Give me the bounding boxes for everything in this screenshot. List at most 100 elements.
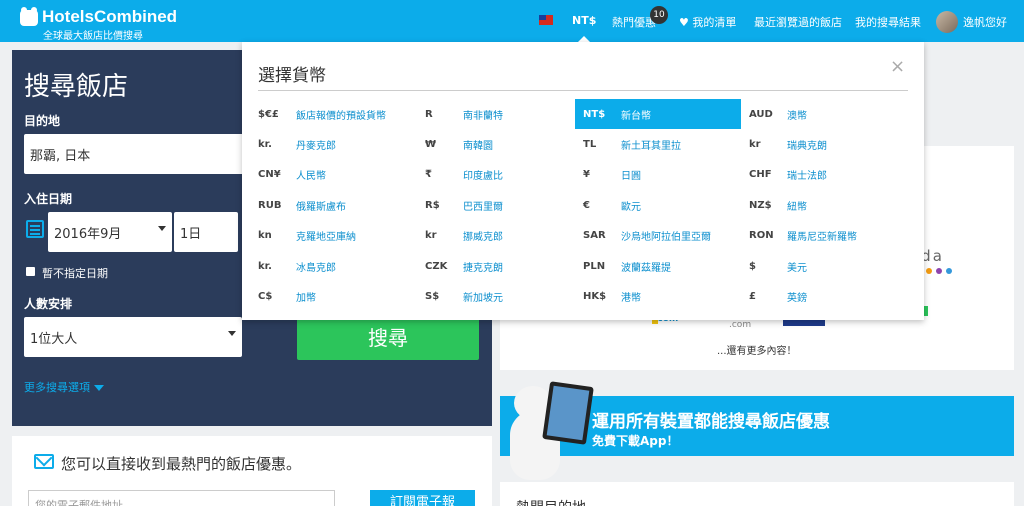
currency-name: 美元 xyxy=(787,262,807,274)
currency-name: 羅馬尼亞新羅幣 xyxy=(787,232,857,244)
currency-name: 南韓圜 xyxy=(463,140,493,152)
logo-tagline: 全球最大飯店比價搜尋 xyxy=(43,31,143,42)
guests-select[interactable]: 1位大人 xyxy=(24,317,242,357)
mail-icon xyxy=(34,454,54,469)
currency-option[interactable]: € 歐元 xyxy=(583,190,749,220)
currency-code: PLN xyxy=(583,260,606,272)
currency-option[interactable]: NT$ 新台幣 xyxy=(575,99,741,129)
currency-name: 新加坡元 xyxy=(463,292,503,304)
logo-text: HotelsCombined xyxy=(42,7,178,26)
currency-code: kr xyxy=(749,138,761,150)
currency-option[interactable]: R 南非蘭特 xyxy=(425,99,591,129)
currency-name: 瑞典克朗 xyxy=(787,140,827,152)
currency-code: TL xyxy=(583,138,597,150)
no-date-checkbox[interactable] xyxy=(26,267,35,276)
currency-option[interactable]: R$ 巴西里爾 xyxy=(425,190,591,220)
currency-name: 紐幣 xyxy=(787,201,807,213)
currency-option[interactable]: RUB 俄羅斯盧布 xyxy=(258,190,424,220)
currency-option[interactable]: ¥ 日圓 xyxy=(583,160,749,190)
currency-option[interactable]: C$ 加幣 xyxy=(258,281,424,311)
currency-name: 挪威克郎 xyxy=(463,232,503,244)
partner-logo-com-2: .com xyxy=(729,320,752,330)
currency-option[interactable]: SAR 沙烏地阿拉伯里亞爾 xyxy=(583,221,749,251)
more-content-text: ...還有更多內容！ xyxy=(717,346,797,357)
close-icon[interactable]: × xyxy=(890,56,905,77)
search-title: 搜尋飯店 xyxy=(24,72,129,102)
currency-code: NZ$ xyxy=(749,199,772,211)
currency-option[interactable]: CHF 瑞士法郎 xyxy=(749,160,915,190)
currency-option[interactable]: RON 羅馬尼亞新羅幣 xyxy=(749,221,915,251)
currency-option[interactable]: £ 英鎊 xyxy=(749,281,915,311)
currency-name: 人民幣 xyxy=(296,171,326,183)
currency-selection-popup: 選擇貨幣 × $€£ 飯店報價的預設貨幣 kr. 丹麥克郎 CN¥ 人民幣 RUB 俄羅斯盧布… xyxy=(242,42,924,320)
user-greeting[interactable]: 逸帆您好 xyxy=(963,14,1007,30)
currency-option[interactable]: kr. 冰島克郎 xyxy=(258,251,424,281)
currency-code: kn xyxy=(258,230,272,242)
currency-name: 印度盧比 xyxy=(463,171,503,183)
calendar-icon[interactable] xyxy=(26,220,44,238)
currency-option[interactable]: S$ 新加坡元 xyxy=(425,281,591,311)
currency-option[interactable]: PLN 波蘭茲羅提 xyxy=(583,251,749,281)
currency-code: R xyxy=(425,108,433,120)
currency-selector[interactable]: NT$ xyxy=(572,14,596,27)
destination-input[interactable]: 那霸, 日本 xyxy=(24,134,254,174)
currency-name: 澳幣 xyxy=(787,110,807,122)
user-avatar[interactable] xyxy=(936,11,958,33)
currency-code: ¥ xyxy=(583,169,590,181)
currency-option[interactable]: kn 克羅地亞庫納 xyxy=(258,221,424,251)
currency-option[interactable]: $ 美元 xyxy=(749,251,915,281)
currency-code: £ xyxy=(749,290,756,302)
currency-code: HK$ xyxy=(583,290,607,302)
currency-option[interactable]: $€£ 飯店報價的預設貨幣 xyxy=(258,99,424,129)
subscribe-button[interactable]: 訂閱電子報 xyxy=(370,490,475,506)
currency-option[interactable]: ₹ 印度盧比 xyxy=(425,160,591,190)
currency-name: 波蘭茲羅提 xyxy=(621,262,671,274)
partner-logo-fragment xyxy=(924,306,928,316)
chevron-down-icon xyxy=(158,226,166,231)
currency-option[interactable]: AUD 澳幣 xyxy=(749,99,915,129)
day-value: 1日 xyxy=(180,226,202,242)
currency-option[interactable]: CZK 捷克克朗 xyxy=(425,251,591,281)
currency-code: C$ xyxy=(258,290,273,302)
currency-name: 俄羅斯盧布 xyxy=(296,201,346,213)
chevron-down-icon xyxy=(228,331,236,336)
bear-logo-icon xyxy=(20,7,38,26)
wishlist-link[interactable]: ♥ 我的清單 xyxy=(679,14,736,30)
currency-option[interactable]: NZ$ 紐幣 xyxy=(749,190,915,220)
chevron-down-icon xyxy=(94,385,104,391)
currency-option[interactable]: HK$ 港幣 xyxy=(583,281,749,311)
email-deals-text: 您可以直接收到最熱門的飯店優惠。 xyxy=(61,455,302,473)
currency-name: 港幣 xyxy=(621,292,641,304)
currency-name: 新土耳其里拉 xyxy=(621,140,681,152)
currency-code: CZK xyxy=(425,260,448,272)
month-select[interactable]: 2016年9月 xyxy=(48,212,172,252)
divider xyxy=(258,90,908,91)
currency-name: 英鎊 xyxy=(787,292,807,304)
currency-option[interactable]: kr 挪威克郎 xyxy=(425,221,591,251)
currency-code: kr xyxy=(425,230,437,242)
currency-code: SAR xyxy=(583,230,606,242)
hot-deals-count-badge: 10 xyxy=(650,6,668,24)
currency-code: ₩ xyxy=(425,138,437,150)
app-banner-subtitle: 免費下載App！ xyxy=(592,434,679,448)
currency-option[interactable]: kr. 丹麥克郎 xyxy=(258,129,424,159)
recently-viewed-link[interactable]: 最近瀏覽過的飯店 xyxy=(754,14,842,30)
currency-name: 新台幣 xyxy=(621,110,651,122)
currency-name: 巴西里爾 xyxy=(463,201,503,213)
search-button[interactable]: 搜尋 xyxy=(297,316,479,360)
hotelscombined-logo[interactable]: HotelsCombined xyxy=(20,7,178,26)
currency-option[interactable]: ₩ 南韓圜 xyxy=(425,129,591,159)
currency-option[interactable]: TL 新土耳其里拉 xyxy=(583,129,749,159)
taiwan-flag-icon[interactable] xyxy=(539,15,553,25)
currency-option[interactable]: CN¥ 人民幣 xyxy=(258,160,424,190)
currency-name: 冰島克郎 xyxy=(296,262,336,274)
my-search-results-link[interactable]: 我的搜尋結果 xyxy=(855,14,921,30)
currency-code: AUD xyxy=(749,108,773,120)
more-search-options-link[interactable]: 更多搜尋選項 xyxy=(24,379,104,395)
email-field[interactable]: 您的電子郵件地址 xyxy=(28,490,335,506)
currency-code: RON xyxy=(749,230,774,242)
currency-code: $€£ xyxy=(258,108,279,120)
currency-option[interactable]: kr 瑞典克朗 xyxy=(749,129,915,159)
app-banner-title: 運用所有裝置都能搜尋飯店優惠 xyxy=(592,412,830,432)
day-select[interactable]: 1日 xyxy=(174,212,238,252)
